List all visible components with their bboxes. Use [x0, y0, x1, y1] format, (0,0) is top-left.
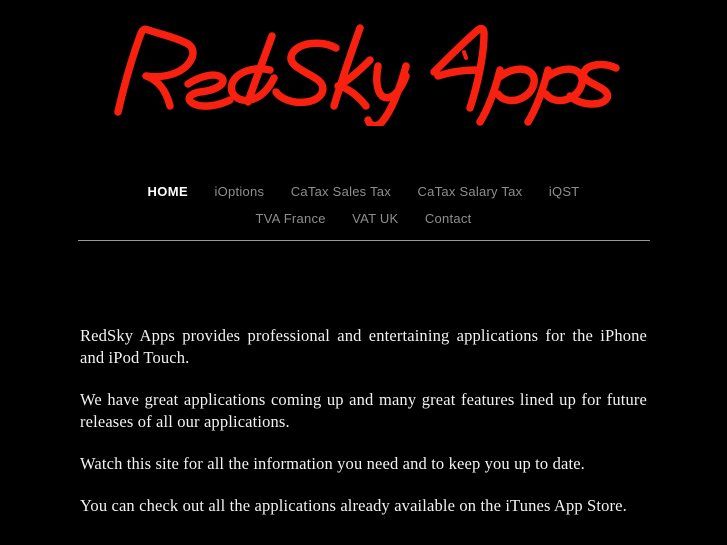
redsky-apps-logo-icon [113, 24, 620, 126]
nav-item-catax-salary-tax[interactable]: CaTax Salary Tax [407, 178, 534, 205]
page-root: HOME iOptions CaTax Sales Tax CaTax Sala… [0, 0, 727, 545]
main-content: RedSky Apps provides professional and en… [80, 325, 647, 517]
site-header [0, 0, 727, 150]
watch-site-paragraph: Watch this site for all the information … [80, 454, 585, 473]
nav-item-contact[interactable]: Contact [414, 205, 483, 232]
nav-item-vat-uk[interactable]: VAT UK [341, 205, 409, 232]
nav-row-secondary: TVA France VAT UK Contact [0, 205, 727, 232]
nav-item-iqst[interactable]: iQST [538, 178, 591, 205]
site-logo[interactable] [0, 14, 727, 126]
nav-item-home[interactable]: HOME [136, 178, 199, 205]
header-divider [78, 240, 650, 241]
nav-item-catax-sales-tax[interactable]: CaTax Sales Tax [280, 178, 402, 205]
nav-item-tva-france[interactable]: TVA France [245, 205, 337, 232]
main-navigation: HOME iOptions CaTax Sales Tax CaTax Sala… [0, 178, 727, 232]
upcoming-apps-paragraph: We have great applications coming up and… [80, 390, 647, 431]
itunes-store-paragraph: You can check out all the applications a… [80, 496, 627, 515]
nav-item-ioptions[interactable]: iOptions [204, 178, 276, 205]
intro-paragraph: RedSky Apps provides professional and en… [80, 326, 647, 367]
nav-row-primary: HOME iOptions CaTax Sales Tax CaTax Sala… [0, 178, 727, 205]
